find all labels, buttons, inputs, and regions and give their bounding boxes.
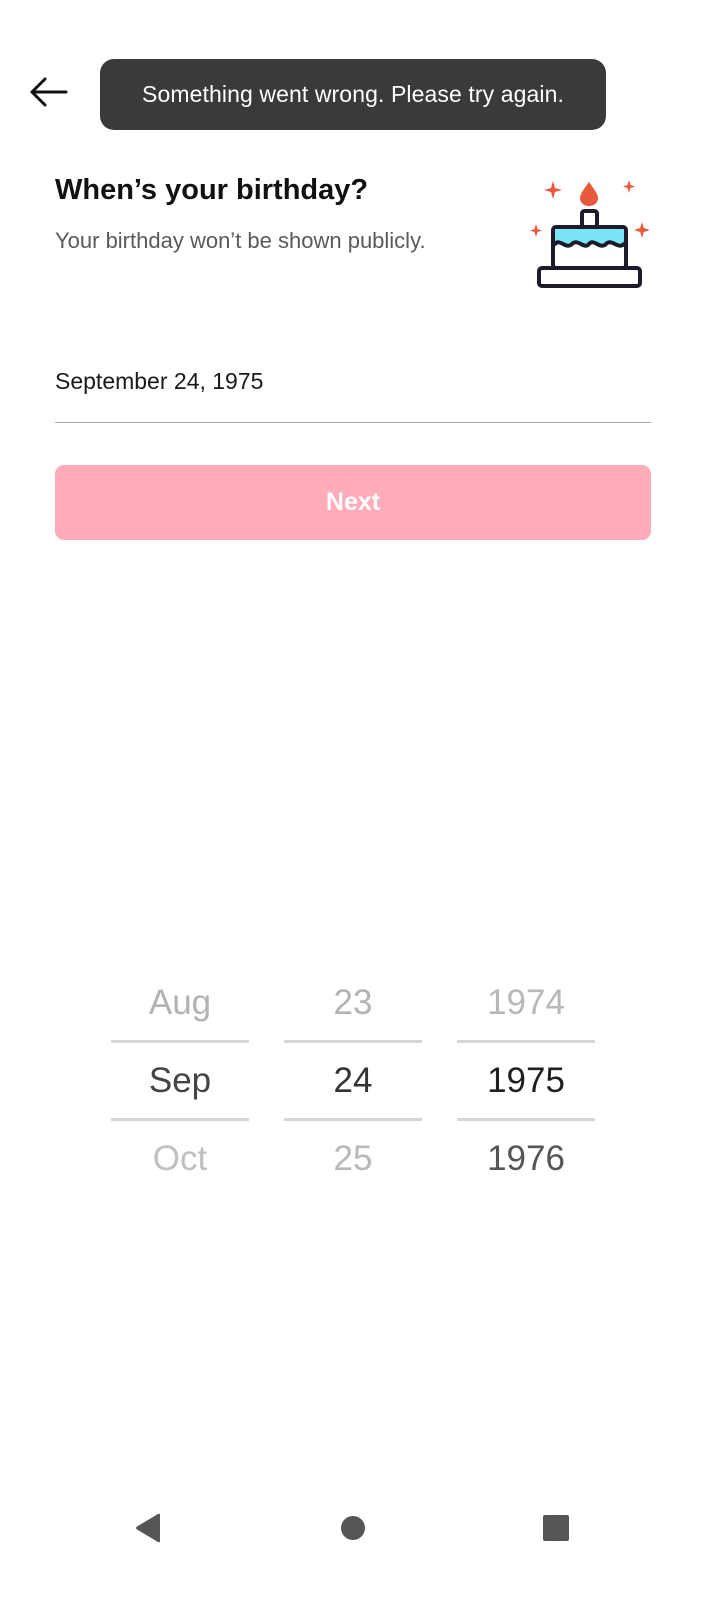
toast-message: Something went wrong. Please try again. xyxy=(142,81,564,107)
month-option-previous[interactable]: Aug xyxy=(111,965,249,1041)
next-button[interactable]: Next xyxy=(55,465,651,540)
day-option-previous[interactable]: 23 xyxy=(284,965,422,1041)
birthday-value: September 24, 1975 xyxy=(55,368,264,394)
flame-icon xyxy=(580,182,598,206)
page-subtitle: Your birthday won’t be shown publicly. xyxy=(55,228,426,253)
year-option-previous[interactable]: 1974 xyxy=(457,965,595,1041)
birthday-field[interactable]: September 24, 1975 xyxy=(55,356,651,423)
nav-recents-button[interactable] xyxy=(532,1504,580,1552)
day-picker[interactable]: 23 24 25 xyxy=(284,965,422,1197)
sparkle-icon xyxy=(530,224,542,237)
month-option-next[interactable]: Oct xyxy=(111,1121,249,1197)
day-option-selected[interactable]: 24 xyxy=(284,1043,422,1119)
birthday-cake-icon xyxy=(530,180,650,288)
sparkle-icon xyxy=(623,180,635,193)
sparkle-icon xyxy=(544,181,562,199)
arrow-left-icon xyxy=(30,77,68,107)
sparkle-icon xyxy=(634,222,650,238)
page-title: When’s your birthday? xyxy=(55,174,369,206)
circle-home-icon xyxy=(341,1516,365,1540)
back-button[interactable] xyxy=(22,66,74,118)
year-option-selected[interactable]: 1975 xyxy=(457,1043,595,1119)
square-recents-icon xyxy=(543,1515,569,1541)
system-nav-bar xyxy=(0,1490,720,1562)
triangle-back-icon xyxy=(136,1513,160,1543)
year-option-next[interactable]: 1976 xyxy=(457,1121,595,1197)
nav-home-button[interactable] xyxy=(329,1504,377,1552)
error-toast: Something went wrong. Please try again. xyxy=(100,59,606,130)
nav-back-button[interactable] xyxy=(124,1504,172,1552)
year-picker[interactable]: 1974 1975 1976 xyxy=(457,965,595,1197)
month-option-selected[interactable]: Sep xyxy=(111,1043,249,1119)
month-picker[interactable]: Aug Sep Oct xyxy=(111,965,249,1197)
day-option-next[interactable]: 25 xyxy=(284,1121,422,1197)
